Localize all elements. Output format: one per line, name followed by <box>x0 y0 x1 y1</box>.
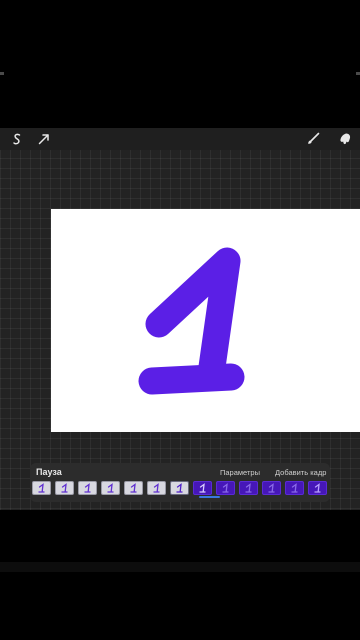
frame-thumbnail[interactable] <box>55 481 74 495</box>
transform-icon <box>38 134 49 145</box>
frame-thumbnail[interactable] <box>285 481 304 495</box>
brush-icon <box>308 132 320 144</box>
smudge-icon <box>340 133 351 145</box>
brush-tool-button[interactable] <box>305 131 321 147</box>
frame-glyph-icon <box>222 482 229 493</box>
animation-assist-panel: Пауза Параметры Добавить кадр <box>30 463 330 502</box>
frame-thumbnail[interactable] <box>101 481 120 495</box>
frame-thumbnail[interactable] <box>308 481 327 495</box>
frame-glyph-icon <box>245 482 252 493</box>
settings-button[interactable]: Параметры <box>220 468 260 477</box>
frame-glyph-icon <box>38 482 45 493</box>
drawing-app: Пауза Параметры Добавить кадр <box>0 128 360 510</box>
add-frame-button[interactable]: Добавить кадр <box>275 468 326 477</box>
frame-glyph-icon <box>199 482 206 493</box>
frame-glyph-icon <box>291 482 298 493</box>
selection-icon <box>13 133 21 145</box>
frame-glyph-icon <box>61 482 68 493</box>
frame-thumbnail[interactable] <box>147 481 166 495</box>
frame-thumbnail[interactable] <box>239 481 258 495</box>
drawing-canvas[interactable] <box>51 209 360 432</box>
frame-thumbnail[interactable] <box>216 481 235 495</box>
digit-one-drawing <box>138 247 245 395</box>
transform-tool-button[interactable] <box>36 131 52 147</box>
current-frame-indicator <box>199 496 220 498</box>
frame-glyph-icon <box>153 482 160 493</box>
frame-glyph-icon <box>176 482 183 493</box>
top-toolbar <box>0 128 360 150</box>
smudge-tool-button[interactable] <box>337 131 353 147</box>
frame-thumbnail-current[interactable] <box>170 481 189 495</box>
frame-glyph-icon <box>84 482 91 493</box>
frame-thumbnail[interactable] <box>262 481 281 495</box>
frame-thumbnail[interactable] <box>193 481 212 495</box>
frame-glyph-icon <box>314 482 321 493</box>
frame-glyph-icon <box>107 482 114 493</box>
frame-timeline <box>32 481 328 498</box>
status-mark-left <box>0 72 4 75</box>
bottom-bar <box>0 562 360 572</box>
frame-thumbnail[interactable] <box>78 481 97 495</box>
frame-thumbnail[interactable] <box>124 481 143 495</box>
selection-tool-button[interactable] <box>9 131 25 147</box>
status-mark-right <box>356 72 360 75</box>
frame-glyph-icon <box>130 482 137 493</box>
frame-glyph-icon <box>268 482 275 493</box>
frame-thumbnail[interactable] <box>32 481 51 495</box>
pause-button[interactable]: Пауза <box>36 467 62 477</box>
